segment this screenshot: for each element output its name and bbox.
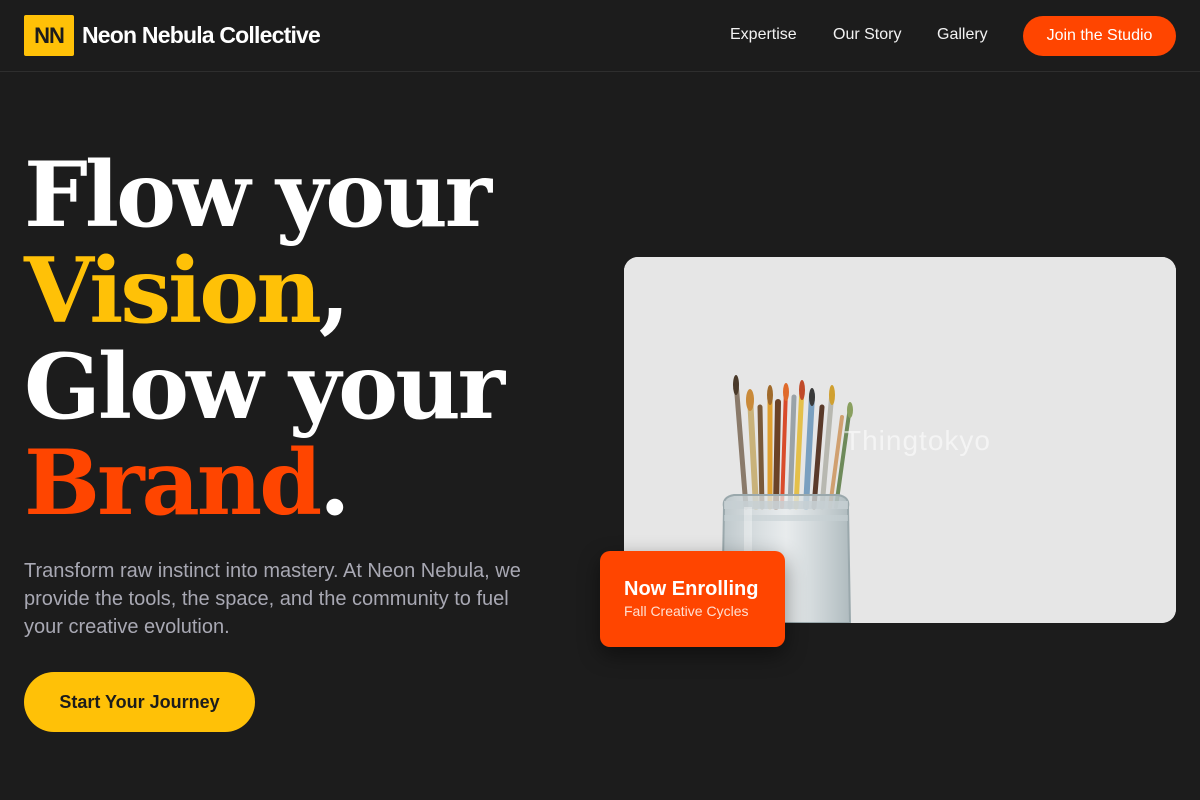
headline-accent-brand: Brand xyxy=(24,430,322,536)
headline-line-1: Flow your xyxy=(24,142,492,248)
hero-description: Transform raw instinct into mastery. At … xyxy=(24,560,521,638)
headline-period: . xyxy=(319,430,350,536)
badge-title: Now Enrolling xyxy=(624,578,759,600)
badge-subtitle: Fall Creative Cycles xyxy=(624,603,749,619)
start-journey-button[interactable]: Start Your Journey xyxy=(24,672,255,732)
headline-line-2: Vision, xyxy=(24,243,502,339)
headline-comma: , xyxy=(318,238,350,344)
nav-link-gallery[interactable]: Gallery xyxy=(937,24,988,46)
join-studio-button[interactable]: Join the Studio xyxy=(1023,16,1176,56)
logo-mark[interactable]: NN xyxy=(24,15,74,56)
nav-link-expertise[interactable]: Expertise xyxy=(730,24,797,46)
headline-line-4: Brand. xyxy=(24,435,502,531)
image-watermark: Thingtokyo xyxy=(844,425,991,456)
hero-headline: Flow your Vision, Glow your Brand. xyxy=(24,142,505,531)
top-navigation: NN Neon Nebula Collective Expertise Our … xyxy=(0,0,1200,72)
headline-line-3: Glow your xyxy=(24,334,505,440)
enrollment-badge: Now Enrolling Fall Creative Cycles xyxy=(600,551,785,647)
brand-name[interactable]: Neon Nebula Collective xyxy=(82,20,321,50)
headline-accent-vision: Vision xyxy=(24,238,322,344)
nav-link-our-story[interactable]: Our Story xyxy=(833,24,901,46)
